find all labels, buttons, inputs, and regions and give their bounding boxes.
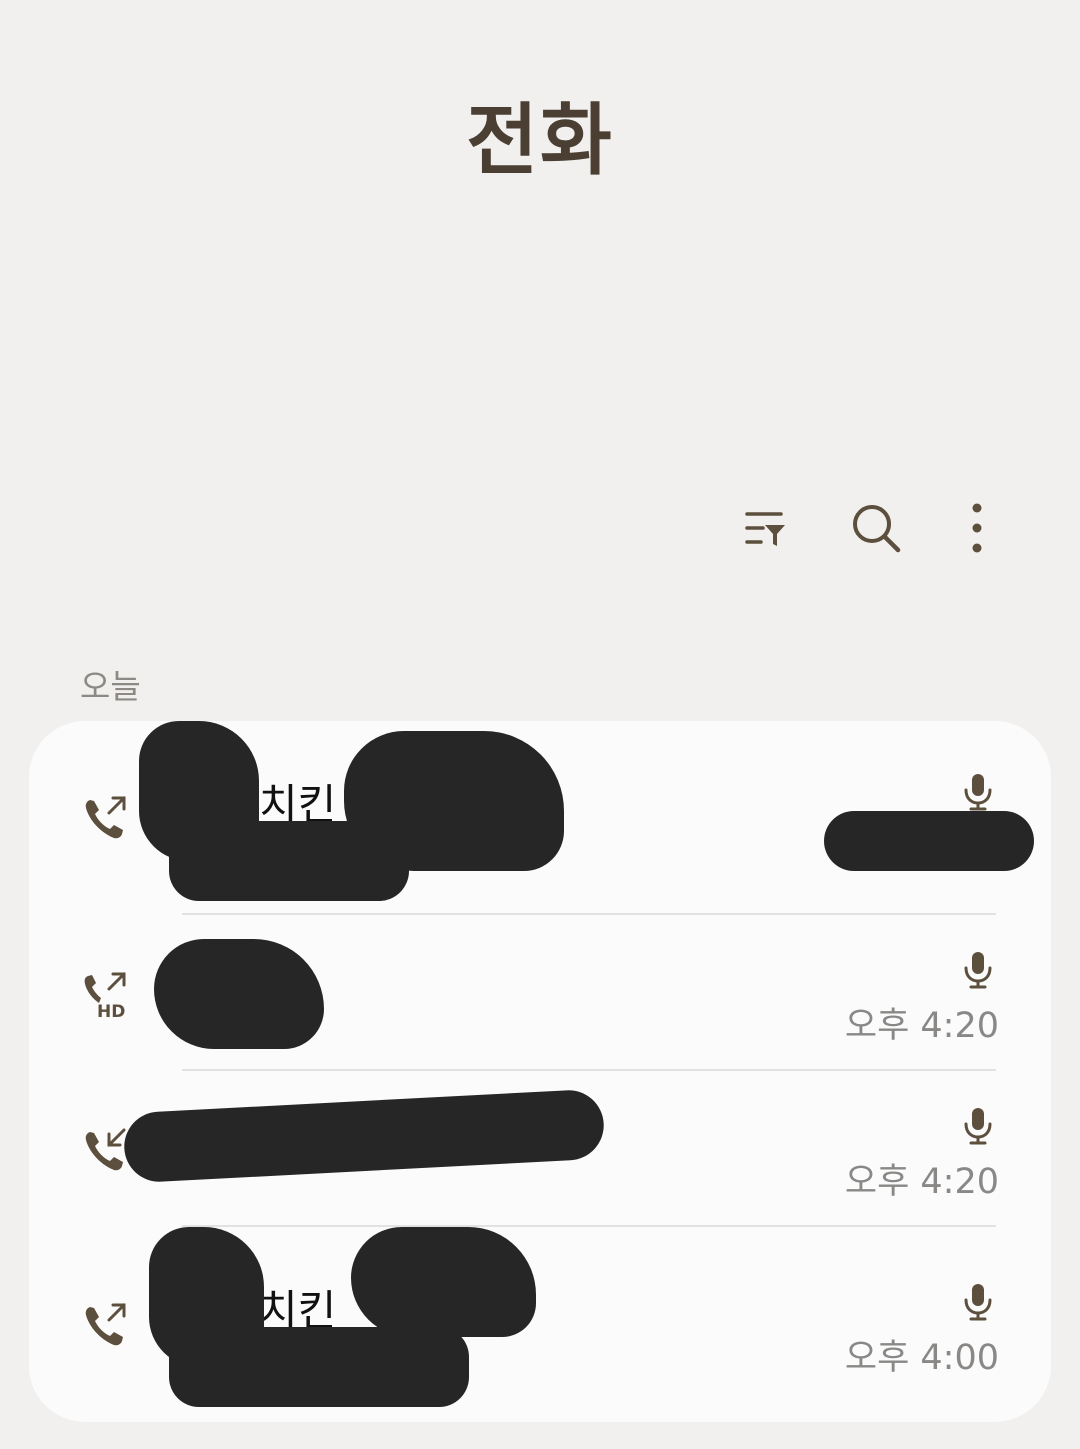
call-log-item[interactable]: 치킨 — [29, 721, 1051, 915]
redaction-mark — [351, 1227, 536, 1337]
hd-outgoing-call-icon: HD — [84, 972, 126, 1020]
redaction-mark — [154, 939, 324, 1049]
call-recording-icon — [964, 774, 992, 811]
outgoing-call-icon — [85, 796, 126, 839]
filter-button[interactable] — [730, 496, 794, 560]
redaction-mark — [122, 1088, 606, 1184]
call-log-item[interactable]: HD 오후 4:20 — [29, 915, 1051, 1071]
page-title: 전화 — [466, 96, 614, 186]
call-recording-icon — [964, 952, 992, 989]
outgoing-call-icon — [85, 1303, 126, 1346]
search-button[interactable] — [844, 496, 908, 560]
search-icon — [853, 505, 901, 553]
incoming-call-icon — [85, 1128, 126, 1171]
call-log-item[interactable]: 오후 4:20 — [29, 1071, 1051, 1227]
hd-label: HD — [97, 1002, 125, 1020]
call-time: 오후 4:20 — [844, 1006, 999, 1046]
section-header-today: 오늘 — [80, 667, 141, 706]
call-log-item[interactable]: 치킨 오후 4:00 — [29, 1227, 1051, 1422]
call-recording-icon — [964, 1108, 992, 1145]
call-time: 오후 4:20 — [844, 1162, 999, 1202]
call-recording-icon — [964, 1284, 992, 1321]
more-options-button[interactable] — [945, 496, 1009, 560]
call-time: 오후 4:00 — [844, 1338, 999, 1378]
redaction-mark — [344, 731, 564, 871]
more-vertical-icon — [972, 503, 982, 553]
redaction-mark — [824, 811, 1034, 871]
call-log-list: 치킨 HD 오후 4:20 오후 4:20 치킨 오후 4:00 — [29, 721, 1051, 1422]
redaction-mark — [169, 1327, 469, 1407]
filter-list-icon — [745, 512, 785, 546]
